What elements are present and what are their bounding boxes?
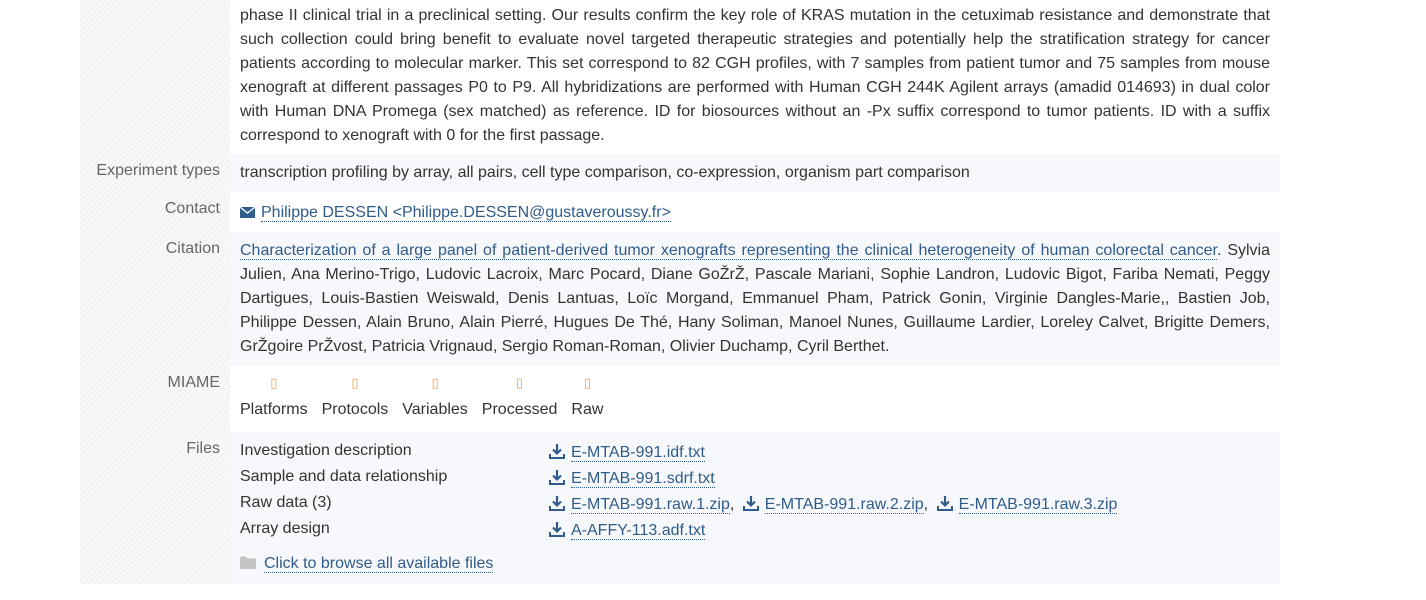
contact-label: Contact <box>164 200 220 217</box>
file-links: A-AFFY-113.adf.txt <box>549 518 706 544</box>
miame-item-label: Raw <box>571 401 604 418</box>
miame-status-icon: ▯ <box>270 375 278 390</box>
file-type-label: Raw data (3) <box>240 494 332 511</box>
file-link-idf[interactable]: E-MTAB-991.idf.txt <box>571 444 705 462</box>
miame-status-icon: ▯ <box>516 375 524 390</box>
contact-email-link[interactable]: Philippe DESSEN <Philippe.DESSEN@gustave… <box>261 204 671 222</box>
download-icon <box>549 470 565 485</box>
contact-content: Philippe DESSEN <Philippe.DESSEN@gustave… <box>230 192 1280 232</box>
download-icon <box>742 496 759 511</box>
folder-icon <box>240 556 256 569</box>
file-links: E-MTAB-991.sdrf.txt <box>549 466 715 492</box>
file-link-raw-2[interactable]: E-MTAB-991.raw.2.zip <box>764 496 924 514</box>
citation-title-link[interactable]: Characterization of a large panel of pat… <box>240 242 1217 260</box>
file-row-idf: Investigation description E-MTAB-991.idf… <box>240 438 1270 464</box>
miame-status-icon: ▯ <box>583 375 591 390</box>
link-separator: , <box>729 496 735 513</box>
download-icon <box>549 444 565 459</box>
miame-status-icon: ▯ <box>351 375 359 390</box>
file-type-label: Investigation description <box>240 442 412 459</box>
citation-content: Characterization of a large panel of pat… <box>230 232 1280 366</box>
file-link-sdrf[interactable]: E-MTAB-991.sdrf.txt <box>571 470 715 488</box>
contact-row: Contact Philippe DESSEN <Philippe.DESSEN… <box>80 192 1280 232</box>
miame-item-label: Protocols <box>321 401 389 418</box>
miame-status-icon: ▯ <box>431 375 439 390</box>
file-link-adf[interactable]: A-AFFY-113.adf.txt <box>571 522 706 540</box>
miame-platforms: ▯ Platforms <box>240 374 308 422</box>
experiment-types-value: transcription profiling by array, all pa… <box>230 154 1280 192</box>
citation-label: Citation <box>165 240 220 257</box>
download-icon <box>936 496 953 511</box>
experiment-detail-panel: phase II clinical trial in a preclinical… <box>80 0 1280 600</box>
experiment-types-label: Experiment types <box>96 162 220 179</box>
file-row-raw: Raw data (3) E-MTAB-991.raw.1.zip, E-MTA… <box>240 490 1270 516</box>
file-link-raw-3[interactable]: E-MTAB-991.raw.3.zip <box>958 496 1118 514</box>
description-text: phase II clinical trial in a preclinical… <box>240 7 1270 144</box>
browse-all-files-link[interactable]: Click to browse all available files <box>264 555 494 573</box>
file-links: E-MTAB-991.raw.1.zip, E-MTAB-991.raw.2.z… <box>549 492 1118 518</box>
envelope-icon <box>240 207 255 218</box>
miame-protocols: ▯ Protocols <box>322 374 389 422</box>
miame-row: MIAME ▯ Platforms ▯ Protocols ▯ Variable… <box>80 366 1280 432</box>
miame-variables: ▯ Variables <box>402 374 468 422</box>
files-label: Files <box>186 440 220 457</box>
experiment-types-row: Experiment types transcription profiling… <box>80 154 1280 192</box>
miame-content: ▯ Platforms ▯ Protocols ▯ Variables ▯ Pr… <box>230 366 1280 432</box>
miame-item-label: Variables <box>402 401 468 418</box>
file-type-label: Sample and data relationship <box>240 468 448 485</box>
file-type-label: Array design <box>240 520 330 537</box>
miame-raw: ▯ Raw <box>571 374 603 422</box>
file-row-sdrf: Sample and data relationship E-MTAB-991.… <box>240 464 1270 490</box>
miame-item-label: Processed <box>481 401 558 418</box>
files-row: Files Investigation description E-MTAB-9… <box>80 432 1280 584</box>
link-separator: , <box>923 496 929 513</box>
download-icon <box>549 522 565 537</box>
description-row: phase II clinical trial in a preclinical… <box>80 3 1280 153</box>
files-content: Investigation description E-MTAB-991.idf… <box>230 432 1280 584</box>
miame-label: MIAME <box>167 374 220 391</box>
file-link-raw-1[interactable]: E-MTAB-991.raw.1.zip <box>571 496 730 514</box>
browse-files: Click to browse all available files <box>240 551 494 577</box>
miame-item-label: Platforms <box>240 401 308 418</box>
download-icon <box>549 496 565 511</box>
miame-processed: ▯ Processed <box>482 374 558 422</box>
miame-grid: ▯ Platforms ▯ Protocols ▯ Variables ▯ Pr… <box>240 374 1270 422</box>
file-row-array-design: Array design A-AFFY-113.adf.txt <box>240 516 1270 542</box>
citation-row: Citation Characterization of a large pan… <box>80 232 1280 366</box>
file-links: E-MTAB-991.idf.txt <box>549 440 705 466</box>
